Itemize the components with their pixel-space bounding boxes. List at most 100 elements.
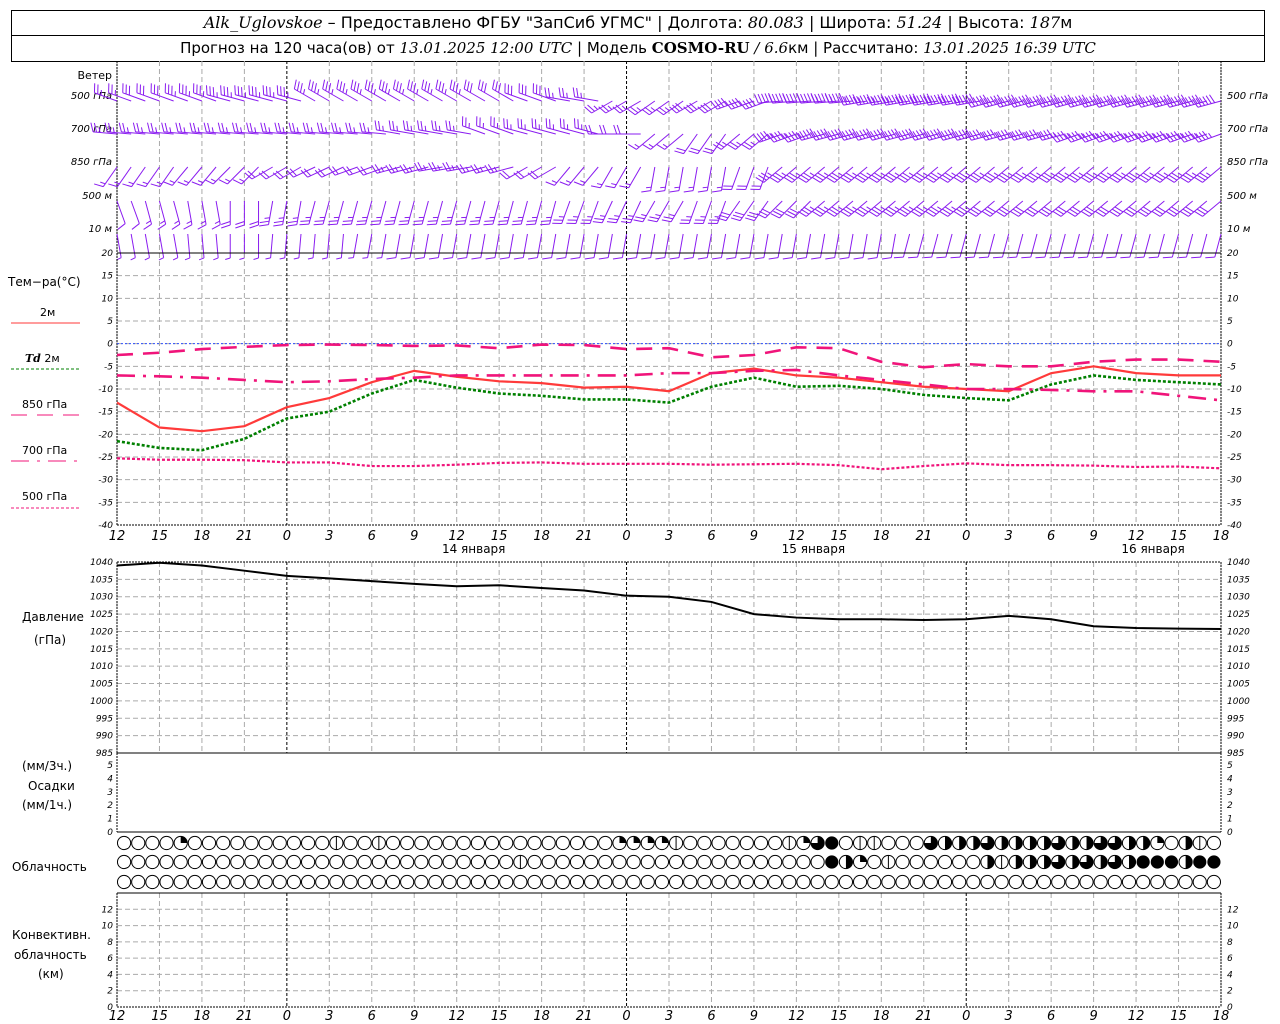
cloud-symbol xyxy=(470,854,486,870)
barb-full xyxy=(457,257,467,260)
barb-shaft xyxy=(340,233,344,258)
barb-half xyxy=(1149,172,1155,177)
wind-barb xyxy=(852,94,882,106)
cloud-symbol xyxy=(668,854,684,870)
cloud-circle xyxy=(541,835,556,851)
hour-tick-label-bottom: 3 xyxy=(1005,1009,1013,1024)
cloud-symbol xyxy=(300,874,316,890)
barb-shaft xyxy=(282,200,288,225)
cloud-symbol xyxy=(1065,835,1080,851)
cloud-circle xyxy=(895,854,910,870)
wind-barb xyxy=(490,116,514,135)
wind-barb xyxy=(881,233,896,260)
cloud-symbol xyxy=(810,854,825,870)
wind-barb xyxy=(144,233,150,261)
conv-tick-label: 10 xyxy=(102,922,114,932)
barb-half xyxy=(155,127,158,133)
barb-full xyxy=(894,94,901,103)
barb-full xyxy=(761,93,766,103)
barb-half xyxy=(264,217,270,219)
wind-barb xyxy=(711,233,727,260)
barb-shaft xyxy=(905,200,925,217)
barb-full xyxy=(249,221,259,225)
wind-barb xyxy=(612,233,628,260)
barb-shaft xyxy=(206,94,231,102)
barb-shaft xyxy=(489,166,514,174)
barb-full xyxy=(93,183,104,188)
wind-barb xyxy=(647,200,670,223)
precip-tick-label-right: 3 xyxy=(1227,788,1233,798)
barb-shaft xyxy=(122,92,146,102)
cloud-symbol xyxy=(1178,835,1193,851)
barb-shaft xyxy=(848,166,868,183)
cloud-circle xyxy=(131,854,146,870)
barb-full xyxy=(388,120,392,130)
barb-shaft xyxy=(973,233,981,258)
barb-shaft xyxy=(352,233,359,258)
cloud-circle xyxy=(258,835,273,851)
barb-half xyxy=(302,89,306,95)
barb-shaft xyxy=(1089,200,1109,217)
cloud-symbol xyxy=(640,854,655,870)
cloud-symbol xyxy=(1051,874,1066,890)
barb-full xyxy=(787,210,797,216)
barb-full xyxy=(690,147,700,152)
barb-full xyxy=(209,86,211,96)
cloud-symbol xyxy=(513,874,528,890)
cloud-half xyxy=(1015,836,1023,850)
barb-full xyxy=(863,94,869,104)
wind-barb xyxy=(183,200,193,230)
wind-barb xyxy=(1007,233,1024,259)
barb-full xyxy=(573,118,576,128)
barb-full xyxy=(655,190,665,193)
barb-shaft xyxy=(862,166,882,183)
cloud-symbol xyxy=(1150,874,1165,890)
barb-shaft xyxy=(173,233,179,258)
barb-shaft xyxy=(678,233,684,258)
precip-tick-label: 3 xyxy=(107,788,113,798)
barb-shaft xyxy=(131,166,146,187)
cloud-circle xyxy=(131,835,146,851)
legend-850-label: 850 гПа xyxy=(22,398,68,411)
barb-full xyxy=(348,122,352,133)
barb-shaft xyxy=(1030,233,1038,258)
barb-full xyxy=(136,122,140,133)
temp-tick-label-right: 20 xyxy=(1227,249,1239,259)
wind-barb xyxy=(1176,233,1194,259)
cloud-quarter xyxy=(647,836,655,843)
wind-barb xyxy=(455,200,472,226)
cloud-symbol xyxy=(994,835,1009,851)
barb-shaft xyxy=(805,233,812,258)
wind-barb xyxy=(655,233,670,260)
wind-barb xyxy=(606,200,627,224)
precip-tick-label-right: 4 xyxy=(1227,774,1233,784)
barb-shaft xyxy=(905,166,925,183)
cloud-symbol xyxy=(555,854,570,870)
cloud-circle xyxy=(216,874,231,890)
wind-barb xyxy=(220,85,245,102)
cloud-half xyxy=(1001,836,1009,850)
barb-shaft xyxy=(848,200,868,217)
barb-full xyxy=(937,94,943,103)
barb-full xyxy=(499,257,510,260)
cloud-circle xyxy=(258,874,273,890)
cloud-circle xyxy=(187,854,202,870)
hour-tick-label-bottom: 3 xyxy=(665,1009,673,1024)
barb-full xyxy=(218,179,228,185)
barb-full xyxy=(926,95,933,105)
hour-tick-label-bottom: 6 xyxy=(1047,1009,1055,1024)
cloud-quarter xyxy=(633,836,641,843)
temp-tick-label-right: -10 xyxy=(1227,385,1242,395)
hour-tick-label: 0 xyxy=(622,529,630,544)
cloud-circle xyxy=(895,874,910,890)
barb-full xyxy=(845,95,851,105)
barb-half xyxy=(307,257,314,260)
cloud-half xyxy=(1143,836,1150,850)
cloud-circle xyxy=(400,854,415,870)
wind-barb xyxy=(265,233,274,260)
barb-shaft xyxy=(706,166,712,191)
barb-full xyxy=(427,83,431,93)
barb-shaft xyxy=(504,127,528,135)
wind-barb xyxy=(341,200,359,226)
barb-full xyxy=(616,124,621,135)
